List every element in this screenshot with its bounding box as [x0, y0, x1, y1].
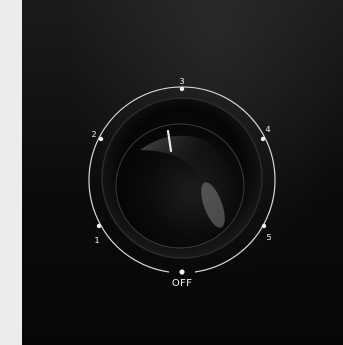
scale-dot-4 [260, 136, 266, 142]
scale-dot-1 [96, 223, 102, 229]
scale-label-1: 1 [94, 236, 99, 245]
scale-dot-5 [261, 223, 267, 229]
scale-label-5: 5 [266, 233, 271, 242]
scale-label-3: 3 [179, 77, 184, 86]
scale-label-2: 2 [91, 130, 96, 139]
scale-label-4: 4 [265, 125, 270, 134]
off-dot [179, 269, 185, 275]
scale-dot-3 [179, 86, 185, 92]
rotary-dial-illustration: 3 2 4 1 5 OFF [88, 77, 276, 289]
off-label: OFF [172, 278, 192, 289]
scale-dot-2 [98, 136, 104, 142]
rotary-knob[interactable] [115, 123, 245, 249]
